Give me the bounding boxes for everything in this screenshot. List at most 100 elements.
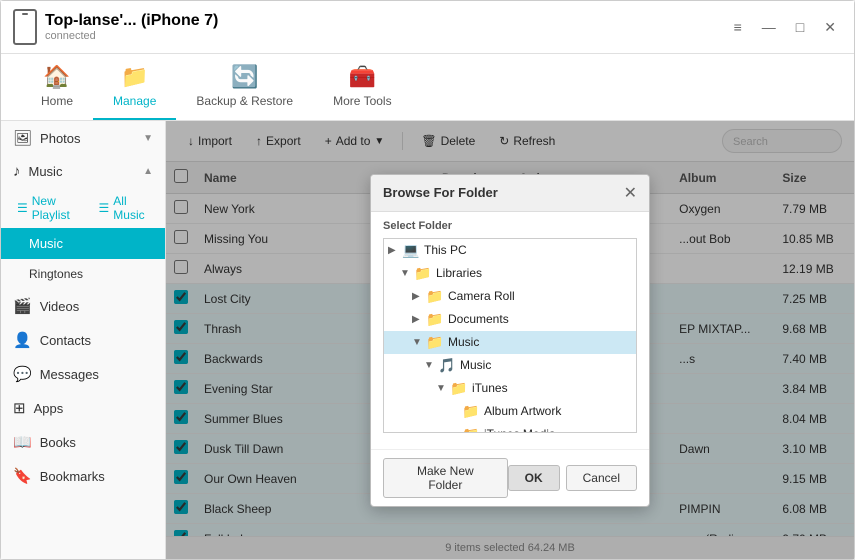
tree-item[interactable]: ▼ 🎵 Music	[384, 354, 636, 377]
ok-button[interactable]: OK	[508, 465, 560, 491]
tree-item[interactable]: ▶ 📁 Documents	[384, 308, 636, 331]
videos-icon: 🎬	[13, 297, 32, 315]
sidebar-item-bookmarks[interactable]: 🔖 Bookmarks	[1, 459, 165, 493]
menu-button[interactable]: ≡	[728, 17, 748, 37]
sidebar-item-music[interactable]: ♪ Music ▲	[1, 155, 165, 188]
tree-chevron-icon: ▼	[424, 360, 438, 371]
new-playlist-icon: ☰	[17, 201, 28, 215]
nav-home[interactable]: 🏠 Home	[21, 54, 93, 120]
sidebar-videos-label: Videos	[40, 299, 80, 314]
all-music-icon: ☰	[99, 201, 110, 215]
device-status: connected	[45, 30, 218, 42]
all-music-label[interactable]: ☰ All Music	[93, 190, 159, 226]
minimize-button[interactable]: —	[756, 17, 782, 37]
tree-folder-icon: 📁	[462, 426, 480, 433]
tree-item[interactable]: ▼ 📁 Music	[384, 331, 636, 354]
make-new-folder-button[interactable]: Make New Folder	[383, 458, 508, 498]
title-bar: Top-lanse'... (iPhone 7) connected ≡ — □…	[1, 1, 854, 54]
tree-folder-icon: 📁	[426, 334, 444, 351]
sidebar-item-contacts[interactable]: 👤 Contacts	[1, 323, 165, 357]
browse-folder-dialog: Browse For Folder ✕ Select Folder ▶ 💻 Th…	[370, 174, 650, 507]
device-name: Top-lanse'... (iPhone 7)	[45, 12, 218, 30]
modal-close-button[interactable]: ✕	[624, 183, 637, 203]
maximize-button[interactable]: □	[790, 17, 810, 37]
tree-folder-icon: 📁	[426, 311, 444, 328]
music-sub-label: Music	[29, 236, 63, 251]
modal-action-buttons: OK Cancel	[508, 465, 637, 491]
tree-item-label: Album Artwork	[484, 404, 561, 418]
sidebar-apps-label: Apps	[34, 401, 64, 416]
sidebar: 🖼 Photos ▼ ♪ Music ▲ ☰ New Playlist ☰ Al…	[1, 121, 166, 559]
tree-item[interactable]: 📁 iTunes Media	[384, 423, 636, 433]
sidebar-bookmarks-label: Bookmarks	[40, 469, 105, 484]
tree-item-label: iTunes	[472, 381, 508, 395]
music-sub-header: ☰ New Playlist ☰ All Music	[1, 188, 165, 228]
tree-chevron-icon: ▶	[412, 291, 426, 302]
apps-icon: ⊞	[13, 399, 26, 417]
sidebar-contacts-label: Contacts	[40, 333, 91, 348]
sidebar-item-photos[interactable]: 🖼 Photos ▼	[1, 121, 165, 155]
new-playlist-button[interactable]: ☰ New Playlist	[11, 190, 93, 226]
sidebar-item-apps[interactable]: ⊞ Apps	[1, 391, 165, 425]
modal-section-label: Select Folder	[383, 220, 637, 232]
sidebar-books-label: Books	[40, 435, 76, 450]
tree-chevron-icon: ▼	[412, 337, 426, 348]
tree-item-label: Documents	[448, 312, 509, 326]
content-area: ↓ Import ↑ Export + Add to ▼ 🗑 Delete	[166, 121, 854, 559]
modal-header: Browse For Folder ✕	[371, 175, 649, 212]
tree-item[interactable]: ▼ 📁 iTunes	[384, 377, 636, 400]
manage-icon: 📁	[121, 64, 148, 90]
books-icon: 📖	[13, 433, 32, 451]
sidebar-item-ringtones[interactable]: Ringtones	[1, 259, 165, 289]
tree-folder-icon: 🎵	[438, 357, 456, 374]
nav-manage[interactable]: 📁 Manage	[93, 54, 176, 120]
sidebar-music-label: Music	[29, 164, 63, 179]
tree-chevron-icon: ▼	[400, 268, 414, 279]
new-playlist-label: New Playlist	[32, 194, 87, 222]
nav-backup-label: Backup & Restore	[196, 94, 293, 108]
main-area: 🖼 Photos ▼ ♪ Music ▲ ☰ New Playlist ☰ Al…	[1, 121, 854, 559]
folder-tree[interactable]: ▶ 💻 This PC ▼ 📁 Libraries ▶ 📁 Camera Rol…	[383, 238, 637, 433]
tree-chevron-icon: ▶	[388, 245, 402, 256]
home-icon: 🏠	[43, 64, 70, 90]
tree-item-label: iTunes Media	[484, 427, 556, 433]
device-icon	[13, 9, 37, 45]
photos-chevron-icon: ▼	[143, 133, 153, 144]
tree-item-label: Music	[448, 335, 479, 349]
sidebar-item-messages[interactable]: 💬 Messages	[1, 357, 165, 391]
music-icon: ♪	[13, 163, 21, 180]
sidebar-item-videos[interactable]: 🎬 Videos	[1, 289, 165, 323]
tree-item[interactable]: ▼ 📁 Libraries	[384, 262, 636, 285]
tree-folder-icon: 📁	[450, 380, 468, 397]
tree-chevron-icon: ▼	[436, 383, 450, 394]
cancel-button[interactable]: Cancel	[566, 465, 637, 491]
music-chevron-icon: ▲	[143, 166, 153, 177]
sidebar-messages-label: Messages	[40, 367, 99, 382]
window-controls: ≡ — □ ✕	[728, 17, 842, 38]
tree-item-label: Libraries	[436, 266, 482, 280]
sidebar-photos-label: Photos	[40, 131, 80, 146]
tree-item-label: Camera Roll	[448, 289, 515, 303]
sidebar-item-books[interactable]: 📖 Books	[1, 425, 165, 459]
device-info: Top-lanse'... (iPhone 7) connected	[13, 9, 728, 45]
tree-item-label: This PC	[424, 243, 467, 257]
tree-folder-icon: 📁	[426, 288, 444, 305]
close-button[interactable]: ✕	[818, 17, 842, 38]
tree-folder-icon: 💻	[402, 242, 420, 259]
nav-bar: 🏠 Home 📁 Manage 🔄 Backup & Restore 🧰 Mor…	[1, 54, 854, 121]
tree-item[interactable]: ▶ 📁 Camera Roll	[384, 285, 636, 308]
nav-manage-label: Manage	[113, 94, 156, 108]
sidebar-item-music-active[interactable]: Music	[1, 228, 165, 259]
messages-icon: 💬	[13, 365, 32, 383]
modal-footer: Make New Folder OK Cancel	[371, 449, 649, 506]
app-window: Top-lanse'... (iPhone 7) connected ≡ — □…	[0, 0, 855, 560]
tree-item[interactable]: 📁 Album Artwork	[384, 400, 636, 423]
nav-backup[interactable]: 🔄 Backup & Restore	[176, 54, 313, 120]
modal-body: Select Folder ▶ 💻 This PC ▼ 📁 Libraries …	[371, 212, 649, 449]
tree-item-label: Music	[460, 358, 491, 372]
nav-tools[interactable]: 🧰 More Tools	[313, 54, 411, 120]
photos-icon: 🖼	[13, 129, 32, 147]
modal-title: Browse For Folder	[383, 185, 498, 200]
tree-folder-icon: 📁	[462, 403, 480, 420]
tree-item[interactable]: ▶ 💻 This PC	[384, 239, 636, 262]
